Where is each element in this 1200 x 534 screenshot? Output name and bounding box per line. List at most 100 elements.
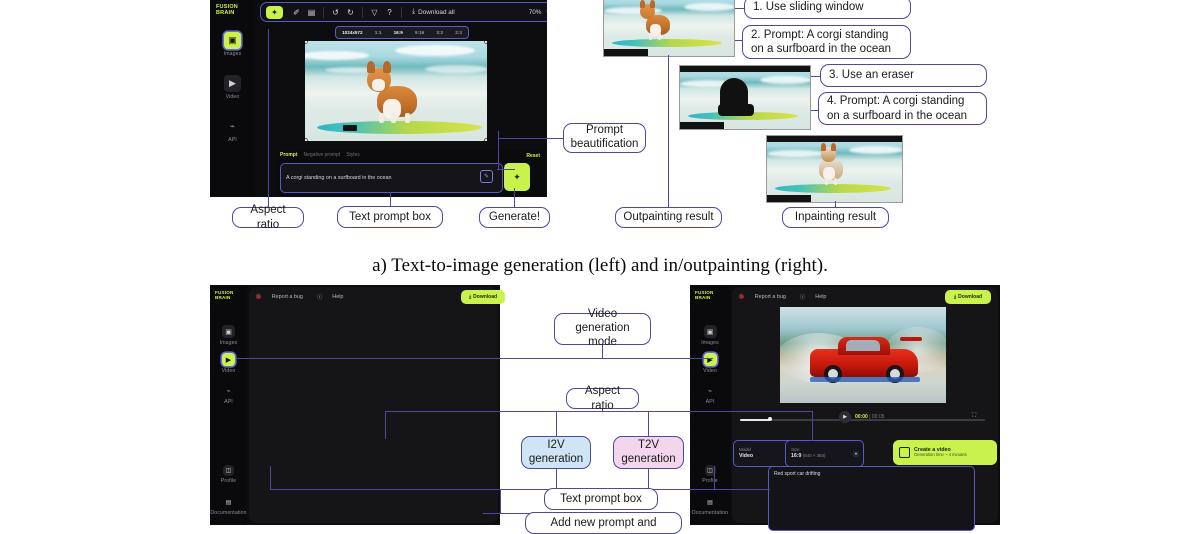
callout-i2v-generation: I2V generation	[521, 436, 591, 469]
size-detail: (640 × 384)	[802, 452, 826, 458]
callout-text-prompt-box: Text prompt box	[337, 206, 443, 228]
help-link[interactable]: Help	[815, 294, 826, 300]
sidebar-item-label: API	[705, 399, 715, 405]
profile-icon: ◫	[223, 465, 234, 476]
sidebar-item-video[interactable]: ▶ Video	[690, 353, 730, 374]
editor-toolbar[interactable]: ✦ ✐ ▤ ↺ ↻ ▽ ? ⤓ Download all 70% ▾	[260, 2, 547, 22]
ratio-option-16-9[interactable]: 16:9	[394, 30, 403, 35]
sidebar-item-profile[interactable]: ◫ Profile	[210, 465, 247, 484]
help-icon[interactable]: ?	[382, 6, 397, 19]
redo-icon[interactable]: ↻	[343, 6, 358, 19]
callout-text: T2V generation	[621, 438, 676, 465]
video-icon: ▶	[222, 353, 235, 366]
br-video-frame[interactable]	[780, 307, 946, 403]
total-time: 00:05	[871, 414, 885, 420]
film-icon	[899, 447, 910, 458]
connector	[385, 411, 603, 413]
ratio-option-2-3[interactable]: 2:3	[455, 30, 462, 35]
sidebar-item-label: Images	[219, 340, 238, 346]
undo-icon[interactable]: ↺	[328, 6, 343, 19]
filter-icon[interactable]: ▽	[367, 6, 382, 19]
aspect-ratio-bar[interactable]: 1024x572 1:1 16:9 9:16 3:2 2:3	[335, 26, 469, 39]
brand-text: FUSION BRAIN	[215, 290, 234, 301]
bl-download-label-holder[interactable]: ⤓ Download	[461, 290, 505, 304]
brand-logo: FUSION BRAIN	[215, 290, 245, 301]
generated-image[interactable]	[305, 41, 487, 141]
br-time: 00:00 | 00:05	[855, 414, 884, 420]
outpainting-source-image	[603, 0, 735, 57]
api-icon: ⌁	[226, 387, 231, 395]
eraser-icon[interactable]: ✐	[289, 6, 304, 19]
sidebar-item-documentation[interactable]: ▤ Documentation	[690, 497, 730, 516]
sidebar-item-video[interactable]: ▶ Video	[210, 353, 247, 374]
sliding-window-icon[interactable]: ▤	[304, 6, 319, 19]
connector	[514, 188, 516, 208]
report-bug-link[interactable]: Report a bug	[755, 294, 786, 300]
chevron-down-icon[interactable]: ▾	[853, 450, 859, 457]
connector	[812, 411, 814, 441]
callout-text: Prompt beautification	[570, 124, 639, 150]
tab-prompt[interactable]: Prompt	[280, 152, 298, 158]
callout-prompt-beautification: Prompt beautification	[563, 123, 646, 153]
info-icon: ⓘ	[316, 295, 323, 301]
ratio-option-9-16[interactable]: 9:16	[415, 30, 424, 35]
download-label: Download	[958, 294, 983, 300]
reset-button[interactable]: Reset	[526, 153, 540, 159]
callout-add-new-prompt: Add new prompt and	[525, 512, 682, 534]
text-prompt-input[interactable]: A corgi standing on a surfboard in the o…	[280, 163, 503, 193]
connector	[652, 489, 770, 491]
ratio-option-1-1[interactable]: 1:1	[375, 30, 382, 35]
connector	[385, 411, 387, 439]
callout-text: Aspect ratio	[250, 204, 286, 231]
sidebar-item-images[interactable]: ▣ Images	[690, 325, 730, 346]
image-icon: ▣	[703, 325, 717, 338]
callout-text: 3. Use an eraser	[829, 69, 915, 82]
sidebar-item-images[interactable]: ▣ Images	[210, 325, 247, 346]
connector	[236, 358, 603, 360]
connector	[556, 468, 558, 490]
zoom-level[interactable]: 70%	[529, 9, 542, 16]
chevron-down-icon[interactable]: ▾	[546, 9, 547, 15]
br-download-button[interactable]: ⤓ Download	[945, 290, 991, 304]
magic-pen-icon[interactable]: ✎	[480, 170, 493, 183]
br-create-video-button[interactable]: Create a video Generation time ~ 4 minut…	[893, 440, 997, 465]
report-bug-link[interactable]: Report a bug	[272, 294, 303, 300]
sidebar-item-label: API	[224, 399, 233, 405]
sidebar-item-api[interactable]: ⌁ API	[690, 384, 730, 406]
callout-text: Aspect ratio	[584, 385, 621, 412]
prompt-value: A corgi standing on a surfboard in the o…	[286, 175, 392, 181]
download-all-label[interactable]: Download all	[418, 9, 455, 16]
sidebar-item-label: Video	[221, 368, 236, 374]
sidebar-item-api[interactable]: ⌁ API	[210, 118, 255, 143]
callout-text: 1. Use sliding window	[753, 1, 864, 14]
top-sidebar: FUSION BRAIN ▣ Images ▶ Video ⌁ API	[210, 0, 255, 197]
prompt-tabs[interactable]: Prompt Negative prompt Styles	[276, 150, 547, 160]
sidebar-item-images[interactable]: ▣ Images	[210, 32, 255, 57]
generate-button[interactable]: ✦	[504, 163, 530, 191]
sidebar-item-label: Profile	[220, 478, 237, 484]
tab-negative-prompt[interactable]: Negative prompt	[304, 152, 341, 158]
sidebar-item-documentation[interactable]: ▤ Documentation	[210, 497, 247, 516]
callout-text: Outpainting result	[623, 211, 714, 224]
figure-root: FUSION BRAIN ▣ Images ▶ Video ⌁ API ✦ ✐ …	[0, 0, 1200, 534]
sidebar-item-profile[interactable]: ◫ Profile	[690, 465, 730, 484]
tab-styles[interactable]: Styles	[346, 152, 360, 158]
br-progress-knob[interactable]	[768, 417, 772, 421]
help-link[interactable]: Help	[332, 294, 343, 300]
br-size-select[interactable]: Size 16:9 (640 × 384) ▾	[785, 440, 864, 467]
fullscreen-icon[interactable]: ⛶	[972, 413, 976, 420]
sidebar-item-label: Video	[703, 368, 717, 374]
ratio-option-3-2[interactable]: 3:2	[436, 30, 443, 35]
current-time: 00:00	[855, 414, 868, 420]
sidebar-item-video[interactable]: ▶ Video	[210, 75, 255, 100]
play-icon[interactable]: ▶	[839, 411, 851, 423]
callout-video-generation-mode: Video generation mode	[554, 308, 651, 348]
callout-text: 4. Prompt: A corgi standing on a surfboa…	[827, 95, 968, 122]
connector	[497, 169, 515, 171]
br-prompt-textarea[interactable]: Red sport car drifting	[768, 466, 975, 531]
magic-wand-icon[interactable]: ✦	[266, 5, 283, 19]
sidebar-item-api[interactable]: ⌁ API	[210, 384, 247, 406]
connector	[270, 466, 272, 490]
callout-text-prompt-box-bottom: Text prompt box	[544, 488, 658, 510]
video-icon: ▶	[224, 75, 241, 92]
